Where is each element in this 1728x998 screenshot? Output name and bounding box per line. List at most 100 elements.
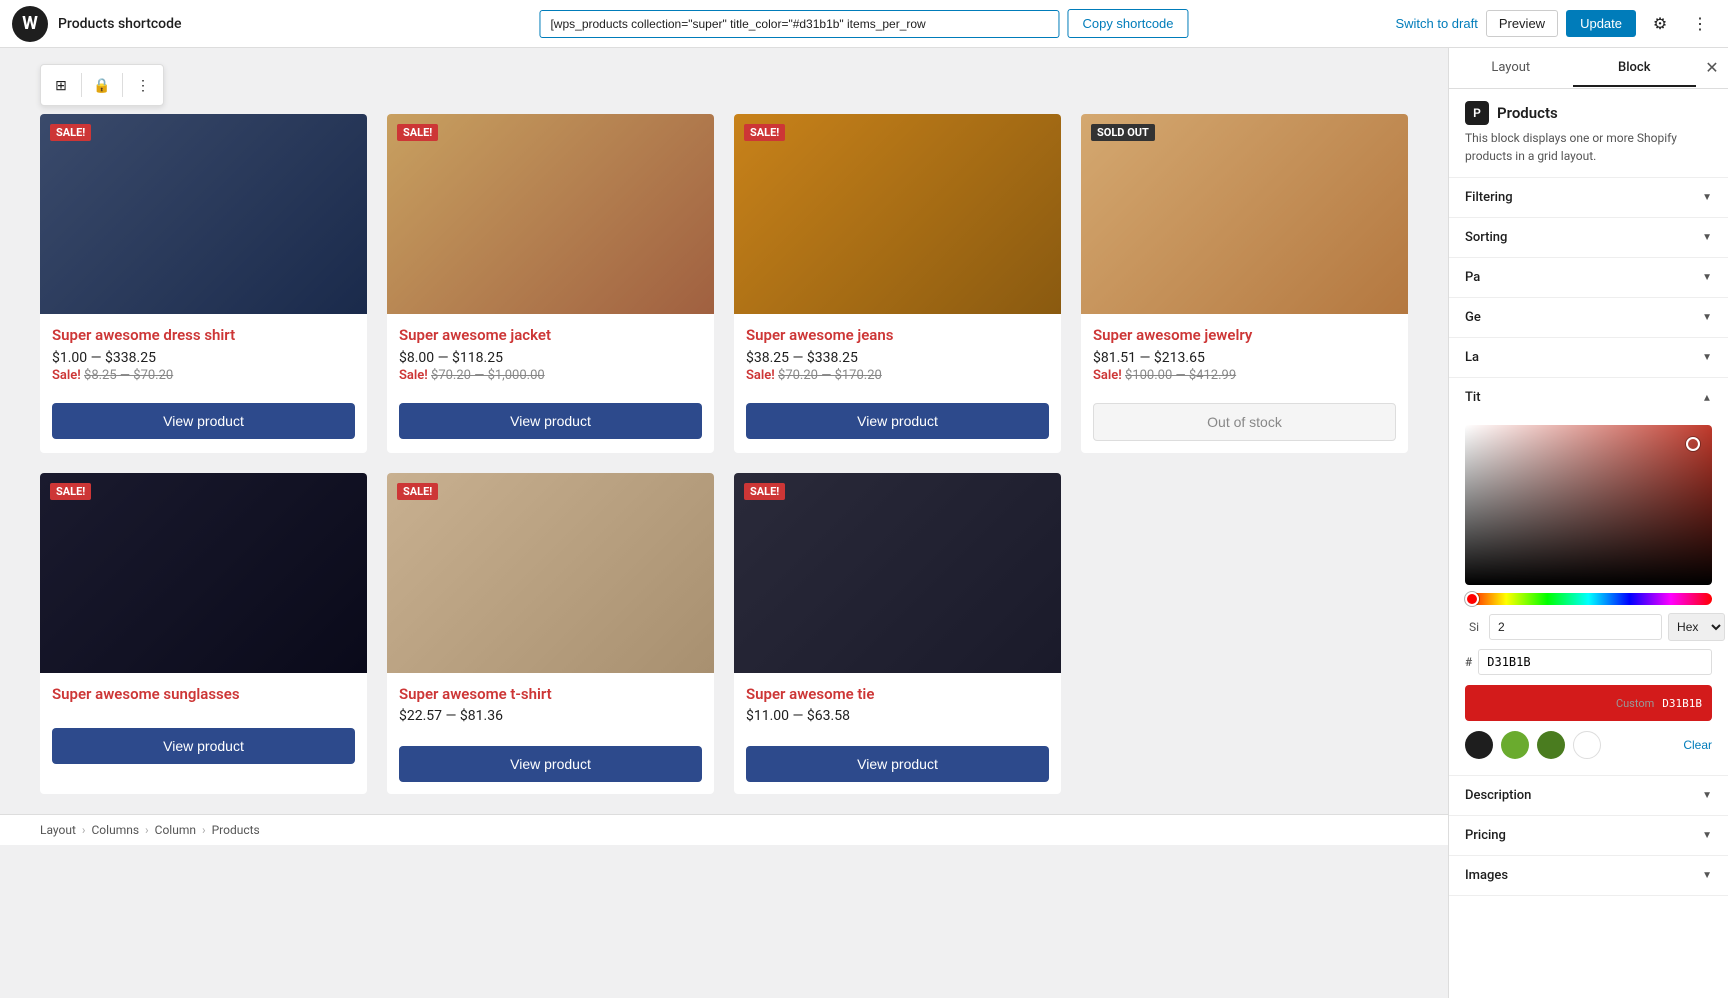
color-gradient-box[interactable]	[1465, 425, 1712, 585]
preview-button[interactable]: Preview	[1486, 10, 1558, 37]
pa-header[interactable]: Pa ▼	[1449, 258, 1728, 297]
filtering-accordion: Filtering ▼	[1449, 178, 1728, 218]
color-swatch-green1[interactable]	[1501, 731, 1529, 759]
breadcrumb-column[interactable]: Column	[155, 823, 196, 837]
top-bar: W Products shortcode Copy shortcode Swit…	[0, 0, 1728, 48]
product-card: SALE! Super awesome t-shirt $22.57 — $81…	[387, 473, 714, 795]
images-label: Images	[1465, 868, 1508, 883]
sale-badge: SALE!	[397, 124, 438, 141]
ge-chevron-icon: ▼	[1702, 312, 1712, 323]
switch-to-draft-button[interactable]: Switch to draft	[1395, 16, 1477, 31]
product-title: Super awesome jewelry	[1093, 326, 1396, 346]
breadcrumb-products[interactable]: Products	[212, 823, 260, 837]
ge-accordion: Ge ▼	[1449, 298, 1728, 338]
product-card: SALE! Super awesome dress shirt $1.00 — …	[40, 114, 367, 453]
update-button[interactable]: Update	[1566, 10, 1636, 37]
right-sidebar: Layout Block ✕ P Products This block dis…	[1448, 48, 1728, 998]
product-image	[734, 473, 1061, 673]
product-image	[40, 114, 367, 314]
description-label: Description	[1465, 788, 1531, 803]
ge-header[interactable]: Ge ▼	[1449, 298, 1728, 337]
size-label: Si	[1465, 620, 1483, 634]
block-description: This block displays one or more Shopify …	[1465, 129, 1712, 165]
ge-label: Ge	[1465, 310, 1481, 325]
pa-chevron-icon: ▼	[1702, 272, 1712, 283]
color-swatch-black[interactable]	[1465, 731, 1493, 759]
product-image-wrapper: SOLD OUT	[1081, 114, 1408, 314]
product-image	[1081, 114, 1408, 314]
pricing-chevron-icon: ▼	[1702, 830, 1712, 841]
view-product-button[interactable]: View product	[52, 403, 355, 439]
shortcode-input[interactable]	[539, 10, 1059, 38]
sale-label: Sale!	[746, 368, 775, 383]
copy-shortcode-button[interactable]: Copy shortcode	[1067, 9, 1188, 38]
color-hue-slider[interactable]	[1465, 593, 1712, 605]
color-preview-bar: Custom D31B1B	[1465, 685, 1712, 721]
color-size-input[interactable]	[1489, 614, 1662, 640]
la-header[interactable]: La ▼	[1449, 338, 1728, 377]
product-image-wrapper: SALE!	[387, 114, 714, 314]
sorting-header[interactable]: Sorting ▼	[1449, 218, 1728, 257]
color-picker-area: Si Hex RGB HSL ⎘ # Custom	[1449, 417, 1728, 775]
filtering-header[interactable]: Filtering ▼	[1449, 178, 1728, 217]
settings-icon-button[interactable]: ⚙	[1644, 8, 1676, 40]
breadcrumb-columns[interactable]: Columns	[92, 823, 140, 837]
description-header[interactable]: Description ▼	[1449, 776, 1728, 815]
product-card: SALE! Super awesome sunglasses View prod…	[40, 473, 367, 795]
color-swatches: Clear	[1465, 731, 1712, 759]
product-price: $81.51 — $213.65	[1093, 350, 1396, 366]
more-block-options-button[interactable]: ⋮	[127, 69, 159, 101]
sorting-accordion: Sorting ▼	[1449, 218, 1728, 258]
breadcrumb-layout[interactable]: Layout	[40, 823, 76, 837]
view-product-button[interactable]: View product	[399, 403, 702, 439]
pa-accordion: Pa ▼	[1449, 258, 1728, 298]
product-grid: SALE! Super awesome dress shirt $1.00 — …	[40, 114, 1408, 794]
product-title: Super awesome sunglasses	[52, 685, 355, 705]
hex-value-input[interactable]	[1478, 649, 1712, 675]
breadcrumb-sep: ›	[202, 823, 206, 837]
sorting-chevron-icon: ▼	[1702, 232, 1712, 243]
color-swatch-green2[interactable]	[1537, 731, 1565, 759]
block-type-button[interactable]: ⊞	[45, 69, 77, 101]
tab-block[interactable]: Block	[1573, 50, 1697, 87]
sale-label: Sale!	[52, 368, 81, 383]
la-chevron-icon: ▼	[1702, 352, 1712, 363]
sale-label: Sale!	[1093, 368, 1122, 383]
pricing-label: Pricing	[1465, 828, 1506, 843]
tab-layout[interactable]: Layout	[1449, 50, 1573, 87]
product-image-wrapper: SALE!	[40, 473, 367, 673]
product-sale-line: Sale! $70.20 — $1,000.00	[399, 368, 702, 383]
close-sidebar-button[interactable]: ✕	[1696, 48, 1728, 88]
pricing-accordion: Pricing ▼	[1449, 816, 1728, 856]
product-image	[40, 473, 367, 673]
hue-handle[interactable]	[1465, 592, 1479, 606]
pricing-header[interactable]: Pricing ▼	[1449, 816, 1728, 855]
toolbar-divider-2	[122, 73, 123, 97]
tit-chevron-icon: ▼	[1702, 392, 1712, 403]
original-price: $8.25 — $70.20	[84, 368, 173, 383]
filtering-chevron-icon: ▼	[1702, 192, 1712, 203]
breadcrumb: Layout › Columns › Column › Products	[0, 814, 1448, 845]
product-info: Super awesome sunglasses	[40, 673, 367, 721]
view-product-button[interactable]: View product	[746, 746, 1049, 782]
product-image-wrapper: SALE!	[387, 473, 714, 673]
view-product-button[interactable]: View product	[52, 728, 355, 764]
tit-header[interactable]: Tit ▼	[1449, 378, 1728, 417]
product-image-wrapper: SALE!	[734, 114, 1061, 314]
color-gradient-handle[interactable]	[1686, 437, 1700, 451]
product-title: Super awesome dress shirt	[52, 326, 355, 346]
original-price: $70.20 — $1,000.00	[431, 368, 545, 383]
wordpress-logo: W	[12, 6, 48, 42]
shortcode-popup: Copy shortcode	[539, 9, 1188, 38]
hex-symbol: #	[1465, 655, 1472, 669]
clear-color-button[interactable]: Clear	[1683, 738, 1712, 752]
images-header[interactable]: Images ▼	[1449, 856, 1728, 895]
more-options-button[interactable]: ⋮	[1684, 8, 1716, 40]
block-info-section: P Products This block displays one or mo…	[1449, 89, 1728, 178]
view-product-button[interactable]: View product	[399, 746, 702, 782]
custom-label: Custom	[1616, 697, 1654, 710]
color-format-select[interactable]: Hex RGB HSL	[1668, 613, 1725, 641]
lock-button[interactable]: 🔒	[86, 69, 118, 101]
color-swatch-white[interactable]	[1573, 731, 1601, 759]
view-product-button[interactable]: View product	[746, 403, 1049, 439]
